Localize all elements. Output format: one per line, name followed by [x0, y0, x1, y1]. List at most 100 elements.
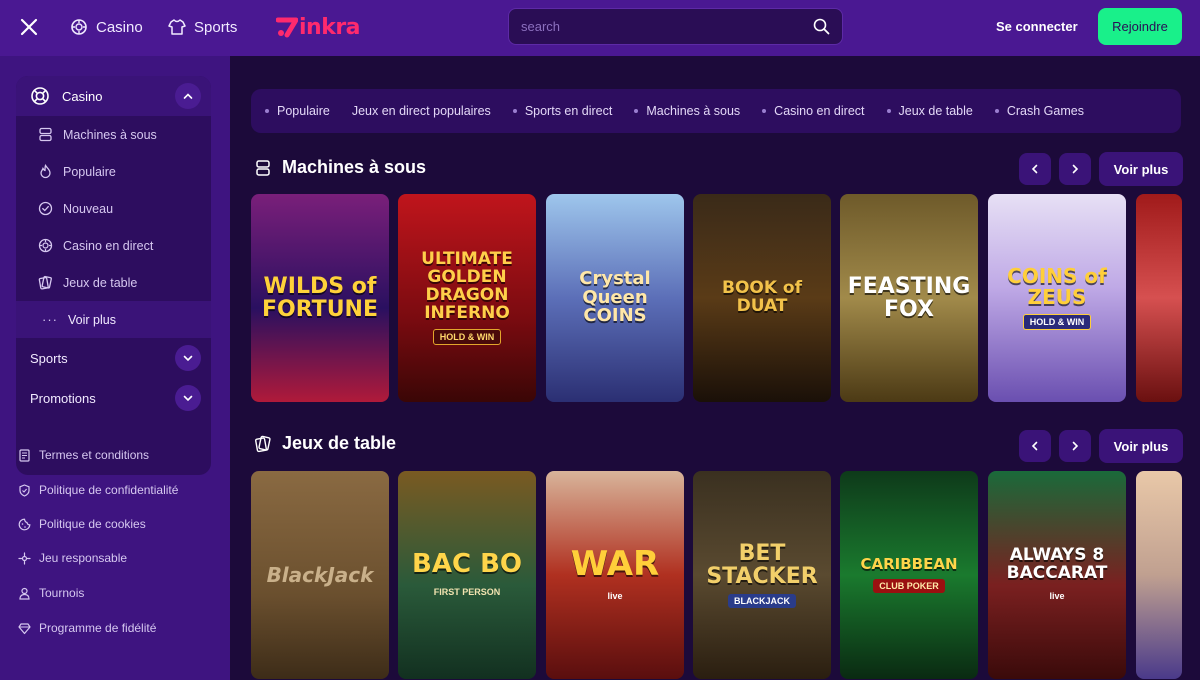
hand-icon [18, 551, 31, 565]
footer-link-loyalty[interactable]: Programme de fidélité [18, 619, 156, 637]
flame-icon [40, 164, 51, 179]
cards-icon [38, 275, 52, 290]
category-live-popular[interactable]: Jeux en direct populaires [352, 104, 491, 118]
game-tile[interactable]: BAC BO FIRST PERSON [398, 471, 536, 679]
close-icon [20, 18, 38, 36]
sidebar-item-table-games[interactable]: Jeux de table [16, 264, 211, 301]
section-title-text: Jeux de table [282, 433, 397, 453]
category-slots[interactable]: Machines à sous [634, 104, 740, 118]
game-subtitle: CLUB POKER [873, 578, 945, 593]
game-title: BAC BO [412, 549, 522, 580]
slots-see-more-button[interactable]: Voir plus [1099, 152, 1183, 186]
top-bar: Casino Sports inkra Se connecter Rejoind… [0, 0, 1200, 56]
document-icon [19, 448, 30, 462]
footer-link-label: Politique de cookies [39, 517, 146, 531]
category-label: Populaire [277, 104, 330, 118]
game-subtitle: FIRST PERSON [433, 586, 501, 597]
expand-sports-button[interactable] [175, 345, 201, 371]
game-tile[interactable]: COINS of ZEUS HOLD & WIN [988, 194, 1126, 402]
bullet-icon [994, 109, 999, 113]
chevron-right-icon [1072, 164, 1079, 174]
game-subtitle: BLACKJACK [728, 594, 796, 609]
sidebar-item-promotions[interactable]: Promotions [16, 378, 211, 418]
game-title: WILDS of FORTUNE [262, 273, 378, 322]
sidebar-see-more[interactable]: ··· Voir plus [16, 301, 211, 338]
footer-link-terms[interactable]: Termes et conditions [18, 446, 149, 464]
slots-next-button[interactable] [1059, 153, 1091, 185]
game-title: BOOK of DUAT [721, 278, 803, 316]
slots-prev-button[interactable] [1019, 153, 1051, 185]
search-input[interactable] [521, 19, 813, 34]
game-tile-partial[interactable] [1136, 471, 1182, 679]
sidebar-menu: Casino Machines à sous Populaire Nouveau… [16, 76, 211, 475]
sidebar-item-popular[interactable]: Populaire [16, 153, 211, 190]
sidebar-item-slots[interactable]: Machines à sous [16, 116, 211, 153]
footer-link-label: Termes et conditions [39, 448, 150, 462]
sidebar-item-new[interactable]: Nouveau [16, 190, 211, 227]
game-tile[interactable]: FEASTING FOX [840, 194, 978, 402]
footer-link-label: Tournois [39, 586, 85, 600]
game-title: BET STACKER [706, 540, 818, 589]
top-nav-casino[interactable]: Casino [70, 16, 143, 38]
sidebar-item-sports[interactable]: Sports [16, 338, 211, 378]
footer-link-tournaments[interactable]: Tournois [18, 584, 84, 602]
game-tile[interactable]: CARIBBEAN CLUB POKER [840, 471, 978, 679]
game-tile[interactable]: ULTIMATE GOLDEN DRAGON INFERNO HOLD & WI… [398, 194, 536, 402]
category-label: Crash Games [1006, 104, 1084, 118]
table-see-more-button[interactable]: Voir plus [1099, 429, 1183, 463]
game-tile[interactable]: ALWAYS 8 BACCARAT live [988, 471, 1126, 679]
game-tile[interactable]: BlackJack [251, 471, 389, 679]
more-dots-icon: ··· [42, 312, 58, 327]
new-badge-icon [38, 201, 53, 216]
game-subtitle: HOLD & WIN [1022, 314, 1092, 330]
login-button[interactable]: Se connecter [996, 19, 1078, 34]
game-tile[interactable]: BET STACKER BLACKJACK [693, 471, 831, 679]
bullet-icon [886, 109, 891, 113]
sidebar-casino-label: Casino [62, 88, 103, 104]
diamond-icon [18, 622, 31, 634]
cards-icon [255, 435, 271, 452]
category-table-games[interactable]: Jeux de table [886, 104, 973, 118]
footer-link-responsible[interactable]: Jeu responsable [18, 549, 127, 567]
category-crash-games[interactable]: Crash Games [994, 104, 1084, 118]
bullet-icon [265, 109, 269, 113]
game-title: Crystal Queen COINS [579, 267, 651, 327]
search-icon[interactable] [813, 18, 830, 35]
table-next-button[interactable] [1059, 430, 1091, 462]
footer-link-label: Programme de fidélité [39, 621, 157, 635]
game-tile[interactable]: WAR live [546, 471, 684, 679]
sidebar-item-live-casino[interactable]: Casino en direct [16, 227, 211, 264]
footer-link-privacy[interactable]: Politique de confidentialité [18, 481, 178, 499]
game-tile[interactable]: WILDS of FORTUNE [251, 194, 389, 402]
sidebar-casino-header[interactable]: Casino [16, 76, 211, 116]
search-box[interactable] [508, 8, 843, 45]
jersey-icon [168, 19, 186, 35]
game-subtitle: HOLD & WIN [432, 328, 502, 345]
sidebar-item-label: Sports [30, 350, 68, 366]
category-live-casino[interactable]: Casino en direct [762, 104, 865, 118]
sidebar-item-label: Nouveau [63, 201, 114, 216]
footer-link-cookies[interactable]: Politique de cookies [18, 515, 146, 533]
game-tile[interactable]: BOOK of DUAT [693, 194, 831, 402]
table-prev-button[interactable] [1019, 430, 1051, 462]
category-popular[interactable]: Populaire [265, 104, 330, 118]
brand-logo[interactable]: inkra [276, 13, 361, 41]
game-tile-partial[interactable] [1136, 194, 1182, 402]
top-nav-sports[interactable]: Sports [168, 16, 237, 38]
sidebar-see-more-label: Voir plus [68, 312, 116, 327]
collapse-casino-button[interactable] [175, 83, 201, 109]
game-title: COINS of ZEUS [1007, 264, 1107, 309]
chip-icon [38, 238, 53, 253]
game-tile[interactable]: Crystal Queen COINS [546, 194, 684, 402]
section-title-text: Machines à sous [282, 157, 427, 177]
game-subtitle: live [1049, 590, 1065, 601]
category-label: Machines à sous [646, 104, 741, 118]
sidebar-item-label: Jeux de table [63, 275, 138, 290]
join-button[interactable]: Rejoindre [1098, 8, 1182, 45]
footer-link-label: Politique de confidentialité [39, 483, 179, 497]
main-content: Populaire Jeux en direct populaires Spor… [230, 56, 1200, 680]
category-live-sports[interactable]: Sports en direct [512, 104, 612, 118]
expand-promotions-button[interactable] [175, 385, 201, 411]
close-button[interactable] [17, 15, 41, 39]
bullet-icon [512, 109, 517, 113]
